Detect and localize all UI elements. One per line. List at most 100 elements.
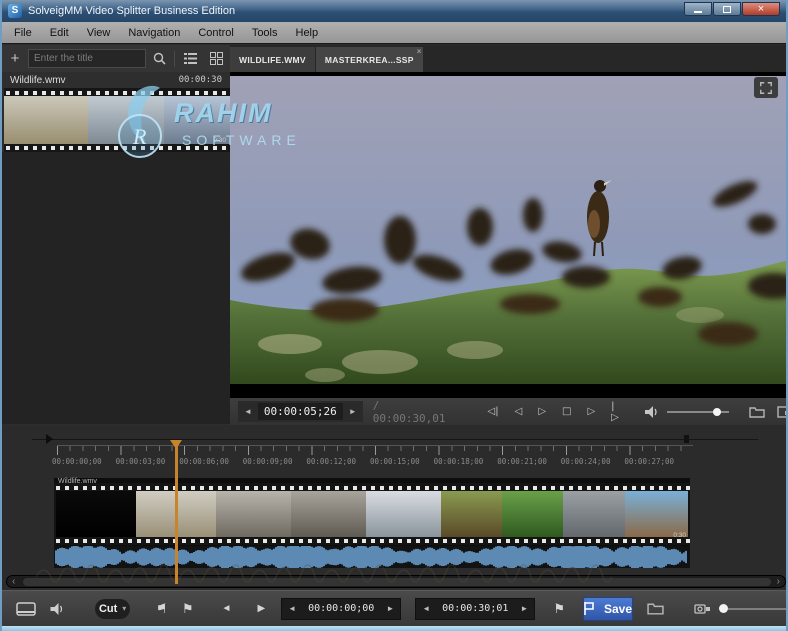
start-time-decrease[interactable]: ◄ — [282, 604, 302, 613]
speaker-icon[interactable] — [645, 406, 659, 418]
end-time-decrease[interactable]: ◄ — [416, 604, 436, 613]
play-reverse-button[interactable]: ◁ — [515, 406, 523, 417]
filmstrip-perforations — [54, 484, 690, 491]
ruler-label: 00:00:12;00 — [306, 457, 356, 466]
fragment-end-stepper: ◄ 00:00:30;01 ► — [415, 598, 535, 620]
overview-marker-left[interactable] — [46, 434, 53, 444]
marker-flag-button[interactable]: ⚑ — [553, 601, 565, 617]
menu-bar: File Edit View Navigation Control Tools … — [2, 22, 786, 44]
stop-button[interactable]: □ — [562, 406, 571, 417]
menu-navigation[interactable]: Navigation — [128, 27, 180, 39]
folder-icon — [749, 406, 765, 418]
maximize-button[interactable] — [713, 2, 741, 16]
close-button[interactable]: × — [742, 2, 780, 16]
play-fragment-button[interactable]: ▶ — [257, 603, 265, 614]
list-view-button[interactable] — [177, 48, 203, 69]
search-button[interactable] — [146, 48, 172, 69]
jump-previous-button[interactable]: ◄ — [222, 603, 232, 614]
speaker-small-icon — [50, 603, 65, 615]
volume-control — [645, 406, 729, 418]
timeline-overview-bar[interactable] — [32, 439, 758, 440]
window-title: SolveigMM Video Splitter Business Editio… — [28, 5, 235, 17]
overview-marker-right[interactable] — [684, 435, 689, 443]
edit-toolbar: Cut ▾ ⚑ ⚑ ◄ ▶ ◄ 00:00:00;00 ► ◄ 00:00:30… — [2, 590, 788, 626]
list-view-icon — [184, 53, 197, 64]
thumbnail-seals-close — [291, 491, 366, 537]
save-button-label: Save — [604, 602, 632, 616]
set-end-marker-button[interactable]: ⚑ — [182, 601, 194, 617]
library-filmstrip[interactable]: 0:30 — [4, 88, 230, 152]
previous-frame-button[interactable]: ◁| — [488, 406, 499, 417]
chevron-down-icon: ▾ — [122, 604, 126, 613]
tab-close-icon[interactable]: × — [417, 47, 422, 56]
timeline-thumbs — [56, 491, 688, 537]
start-time-increase[interactable]: ► — [380, 604, 400, 613]
fragment-start-time[interactable]: 00:00:00;00 — [302, 603, 380, 614]
title-bar[interactable]: S SolveigMM Video Splitter Business Edit… — [2, 0, 786, 22]
toolbar-divider — [174, 51, 175, 67]
clip-filmstrip[interactable]: 0:30 — [54, 483, 690, 545]
time-step-back-button[interactable]: ◄ — [238, 407, 258, 416]
volume-slider[interactable] — [667, 411, 729, 413]
ruler-label: 00:00:24;00 — [561, 457, 611, 466]
library-file-row[interactable]: Wildlife.wmv 00:00:30 — [2, 72, 230, 88]
fragment-end-time[interactable]: 00:00:30;01 — [436, 603, 514, 614]
current-time-stepper: ◄ 00:00:05;26 ► — [238, 401, 363, 422]
play-forward-button[interactable]: ▷ — [587, 406, 595, 417]
fragment-start-stepper: ◄ 00:00:00;00 ► — [281, 598, 401, 620]
scroll-right-icon[interactable]: › — [777, 577, 780, 587]
thumbnail-green-leaf — [502, 491, 563, 537]
grid-view-button[interactable] — [203, 48, 229, 69]
mute-button[interactable] — [50, 603, 65, 615]
filmstrip-perforations — [4, 144, 230, 151]
output-folder-button[interactable] — [647, 602, 664, 615]
thumbnail-desert-aerial — [625, 491, 688, 537]
scroll-left-icon[interactable]: ‹ — [12, 577, 15, 587]
open-file-button[interactable] — [749, 406, 765, 418]
next-frame-button[interactable]: |▷ — [611, 401, 619, 423]
thumbnail-beach-horses — [4, 96, 88, 144]
minimize-button[interactable] — [684, 2, 712, 16]
add-media-button[interactable]: + — [2, 50, 28, 67]
volume-slider-thumb[interactable] — [713, 408, 721, 416]
document-tabbar: WILDLIFE.WMV MASTERKREA...SSP × — [230, 45, 788, 72]
play-button[interactable]: ▷ — [538, 406, 546, 417]
timeline-ruler[interactable] — [57, 445, 693, 455]
time-step-forward-button[interactable]: ► — [343, 407, 363, 416]
library-toolbar: + — [2, 45, 230, 72]
edit-mode-dropdown[interactable]: Cut ▾ — [95, 599, 130, 619]
end-time-increase[interactable]: ► — [514, 604, 534, 613]
tab-masterkrea[interactable]: MASTERKREA...SSP × — [316, 47, 423, 72]
library-clip-end-time: 0:30 — [213, 137, 226, 144]
ruler-label: 00:00:21;00 — [497, 457, 547, 466]
search-input[interactable] — [29, 50, 145, 67]
tab-wildlife[interactable]: WILDLIFE.WMV — [230, 47, 315, 72]
zoom-slider[interactable] — [728, 608, 788, 610]
zoom-slider-thumb[interactable] — [719, 604, 728, 613]
storyboard-button[interactable] — [16, 602, 36, 616]
playhead-handle[interactable] — [170, 440, 182, 449]
playhead[interactable] — [175, 440, 178, 584]
thumbnail-pelican — [88, 96, 164, 144]
clip-name-label: Wildlife.wmv — [58, 478, 97, 485]
menu-edit[interactable]: Edit — [50, 27, 69, 39]
menu-control[interactable]: Control — [198, 27, 233, 39]
tab-label: WILDLIFE.WMV — [239, 55, 306, 65]
zoom-icon — [694, 602, 711, 615]
video-preview[interactable] — [230, 72, 788, 398]
menu-help[interactable]: Help — [296, 27, 319, 39]
menu-view[interactable]: View — [87, 27, 111, 39]
menu-file[interactable]: File — [14, 27, 32, 39]
thumbnail-koala — [563, 491, 625, 537]
menu-tools[interactable]: Tools — [252, 27, 278, 39]
transport-controls: ◁| ◁ ▷ □ ▷ |▷ — [488, 401, 619, 423]
filmstrip-perforations — [4, 89, 230, 96]
ruler-label: 00:00:03;00 — [116, 457, 166, 466]
timeline-zoom-control — [694, 602, 788, 615]
save-button[interactable]: Save — [583, 597, 633, 621]
video-window-button[interactable] — [777, 406, 788, 418]
fullscreen-button[interactable] — [754, 77, 778, 98]
ruler-label: 00:00:09;00 — [243, 457, 293, 466]
set-begin-marker-button[interactable]: ⚑ — [156, 601, 168, 617]
current-time-value[interactable]: 00:00:05;26 — [258, 403, 343, 420]
